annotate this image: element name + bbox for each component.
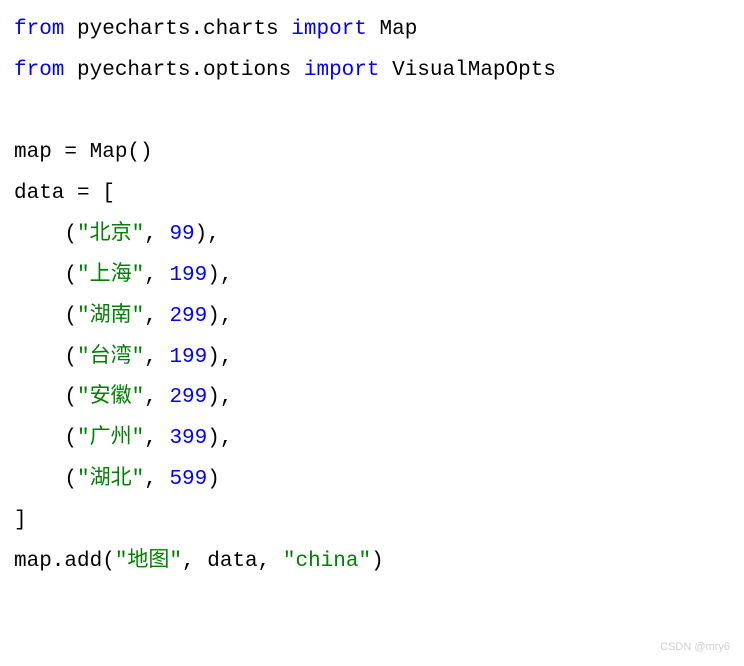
call-prefix: map.add( — [14, 550, 115, 573]
number-literal: 199 — [169, 346, 207, 369]
line-end: ), — [207, 386, 232, 409]
code-line-6: ("北京", 99), — [14, 215, 734, 256]
number-literal: 299 — [169, 305, 207, 328]
string-literal: "台湾" — [77, 346, 144, 369]
string-literal: "上海" — [77, 264, 144, 287]
watermark-text: CSDN @mry6 — [660, 637, 730, 658]
indent: ( — [14, 386, 77, 409]
code-line-1: from pyecharts.charts import Map — [14, 10, 734, 51]
number-literal: 99 — [169, 223, 194, 246]
number-literal: 599 — [169, 468, 207, 491]
line-end: ), — [207, 427, 232, 450]
code-line-10: ("安徽", 299), — [14, 378, 734, 419]
line-end: ) — [207, 468, 220, 491]
string-literal: "安徽" — [77, 386, 144, 409]
code-line-9: ("台湾", 199), — [14, 338, 734, 379]
separator: , — [144, 223, 169, 246]
separator: , — [144, 346, 169, 369]
line-end: ) — [371, 550, 384, 573]
line-end: ), — [207, 346, 232, 369]
separator: , — [144, 264, 169, 287]
line-end: ), — [207, 264, 232, 287]
separator: , data, — [182, 550, 283, 573]
keyword-import: import — [304, 59, 380, 82]
code-line-8: ("湖南", 299), — [14, 297, 734, 338]
module-name: pyecharts.charts — [64, 18, 291, 41]
code-line-13: ] — [14, 501, 734, 542]
indent: ( — [14, 427, 77, 450]
line-end: ), — [207, 305, 232, 328]
indent: ( — [14, 305, 77, 328]
number-literal: 299 — [169, 386, 207, 409]
code-line-blank — [14, 92, 734, 133]
separator: , — [144, 427, 169, 450]
separator: , — [144, 305, 169, 328]
number-literal: 399 — [169, 427, 207, 450]
string-literal: "湖北" — [77, 468, 144, 491]
code-line-11: ("广州", 399), — [14, 419, 734, 460]
string-literal: "北京" — [77, 223, 144, 246]
indent: ( — [14, 223, 77, 246]
code-line-12: ("湖北", 599) — [14, 460, 734, 501]
keyword-from: from — [14, 18, 64, 41]
separator: , — [144, 468, 169, 491]
indent: ( — [14, 264, 77, 287]
code-block: from pyecharts.charts import Map from py… — [14, 10, 734, 583]
string-literal: "湖南" — [77, 305, 144, 328]
number-literal: 199 — [169, 264, 207, 287]
module-name: pyecharts.options — [64, 59, 303, 82]
separator: , — [144, 386, 169, 409]
import-item: Map — [367, 18, 417, 41]
code-line-4: map = Map() — [14, 133, 734, 174]
code-line-7: ("上海", 199), — [14, 256, 734, 297]
keyword-import: import — [291, 18, 367, 41]
code-line-14: map.add("地图", data, "china") — [14, 542, 734, 583]
code-line-2: from pyecharts.options import VisualMapO… — [14, 51, 734, 92]
import-item: VisualMapOpts — [380, 59, 556, 82]
indent: ( — [14, 346, 77, 369]
string-literal: "china" — [283, 550, 371, 573]
string-literal: "广州" — [77, 427, 144, 450]
line-end: ), — [195, 223, 220, 246]
keyword-from: from — [14, 59, 64, 82]
indent: ( — [14, 468, 77, 491]
string-literal: "地图" — [115, 550, 182, 573]
code-line-5: data = [ — [14, 174, 734, 215]
